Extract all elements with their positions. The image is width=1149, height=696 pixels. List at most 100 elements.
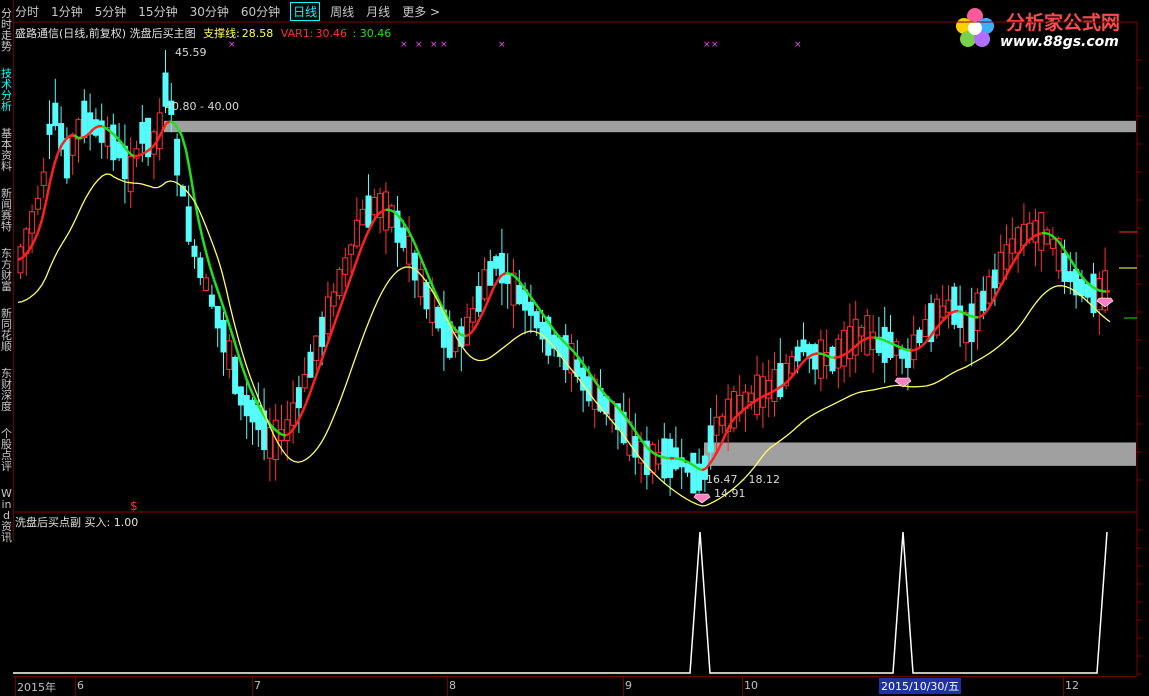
candle-down [830, 347, 835, 371]
moving-average-segment [186, 150, 190, 171]
buy-signal-line [13, 532, 1107, 673]
moving-average-segment [242, 366, 246, 378]
moving-average-segment [802, 359, 806, 363]
candle-down [412, 253, 417, 280]
moving-average-segment [214, 280, 218, 292]
moving-average-segment [722, 433, 726, 442]
candle-down [111, 125, 116, 160]
candle-up [204, 278, 209, 291]
moving-average-segment [1098, 290, 1102, 291]
moving-average-segment [250, 388, 254, 397]
moving-average-segment [698, 468, 702, 470]
moving-average-segment [678, 459, 682, 460]
candle-down [215, 306, 220, 327]
candle-up [128, 156, 133, 191]
candle-up [865, 316, 870, 355]
candle-up [1097, 279, 1102, 310]
signal-cross: × [400, 40, 408, 50]
moving-average-segment [790, 374, 794, 379]
moving-average-segment [902, 348, 906, 350]
candle-down [296, 388, 301, 408]
moving-average-segment [702, 468, 706, 470]
candle-up [836, 339, 841, 368]
moving-average-segment [418, 251, 422, 261]
candle-down [244, 395, 249, 415]
candle-up [720, 416, 725, 425]
candle-down [958, 306, 963, 327]
moving-average-segment [470, 330, 474, 335]
candle-up [35, 198, 40, 209]
date-axis: 2015年678910122015/10/30/五 [13, 676, 1137, 696]
price-zone-band [164, 121, 1136, 132]
moving-average-segment [750, 402, 754, 405]
candle-down [99, 121, 104, 142]
candle-up [1050, 239, 1055, 248]
candle-down [175, 139, 180, 175]
moving-average-segment [810, 354, 814, 356]
candle-down [952, 287, 957, 324]
moving-average-segment [230, 327, 234, 340]
moving-average-segment [830, 357, 834, 358]
candle-up [430, 291, 435, 323]
lower-zone-label: 16.47 - 18.12 [706, 473, 780, 486]
candle-up [465, 317, 470, 345]
moving-average-segment [402, 221, 406, 227]
axis-tick [623, 677, 624, 696]
candle-down [992, 270, 997, 288]
moving-average-segment [306, 393, 310, 403]
moving-average-segment [182, 136, 186, 150]
candle-up [963, 313, 968, 343]
signal-cross: × [711, 40, 719, 50]
moving-average-segment [946, 314, 950, 318]
candle-down [1079, 280, 1084, 296]
candle-down [981, 291, 986, 310]
moving-average-segment [878, 338, 882, 339]
candle-up [772, 370, 777, 402]
candle-down [586, 377, 591, 401]
moving-average-segment [634, 429, 638, 435]
candle-up [302, 375, 307, 388]
moving-average-segment [342, 291, 346, 302]
candle-up [337, 269, 342, 295]
candle-down [685, 463, 690, 472]
candle-down [882, 327, 887, 362]
moving-average-segment [822, 354, 826, 355]
moving-average-segment [466, 334, 470, 336]
candle-up [714, 417, 719, 435]
axis-tick [15, 677, 16, 696]
moving-average-segment [282, 435, 286, 436]
candle-down [192, 246, 197, 256]
moving-average-segment [1046, 233, 1050, 234]
moving-average-segment [346, 280, 350, 291]
candle-up [853, 319, 858, 355]
moving-average-segment [218, 291, 222, 303]
candle-down [64, 139, 69, 178]
candle-up [1033, 221, 1038, 242]
moving-average-segment [974, 317, 978, 318]
moving-average-segment [814, 353, 818, 354]
signal-cross: × [794, 40, 802, 50]
candle-down [308, 352, 313, 377]
candle-up [749, 393, 754, 402]
candle-up [650, 444, 655, 472]
moving-average-segment [798, 363, 802, 368]
signal-cross: × [430, 40, 438, 50]
candle-down [366, 196, 371, 227]
axis-tick [252, 677, 253, 696]
moving-average-segment [906, 350, 910, 351]
candle-up [314, 336, 319, 361]
moving-average-segment [50, 165, 54, 181]
candle-down [238, 387, 243, 405]
candle-down [1068, 272, 1073, 282]
moving-average-segment [426, 270, 430, 280]
moving-average-segment [42, 202, 46, 219]
candle-up [227, 341, 232, 369]
moving-average-segment [534, 302, 538, 308]
candle-up [41, 172, 46, 185]
candle-up [407, 236, 412, 264]
candle-down [250, 400, 255, 422]
candle-up [470, 309, 475, 322]
candlestick-chart[interactable]: ×××××××××45.5940.80 - 40.0016.47 - 18.12… [0, 0, 1149, 695]
signal-cross: × [498, 40, 506, 50]
candle-down [476, 287, 481, 312]
